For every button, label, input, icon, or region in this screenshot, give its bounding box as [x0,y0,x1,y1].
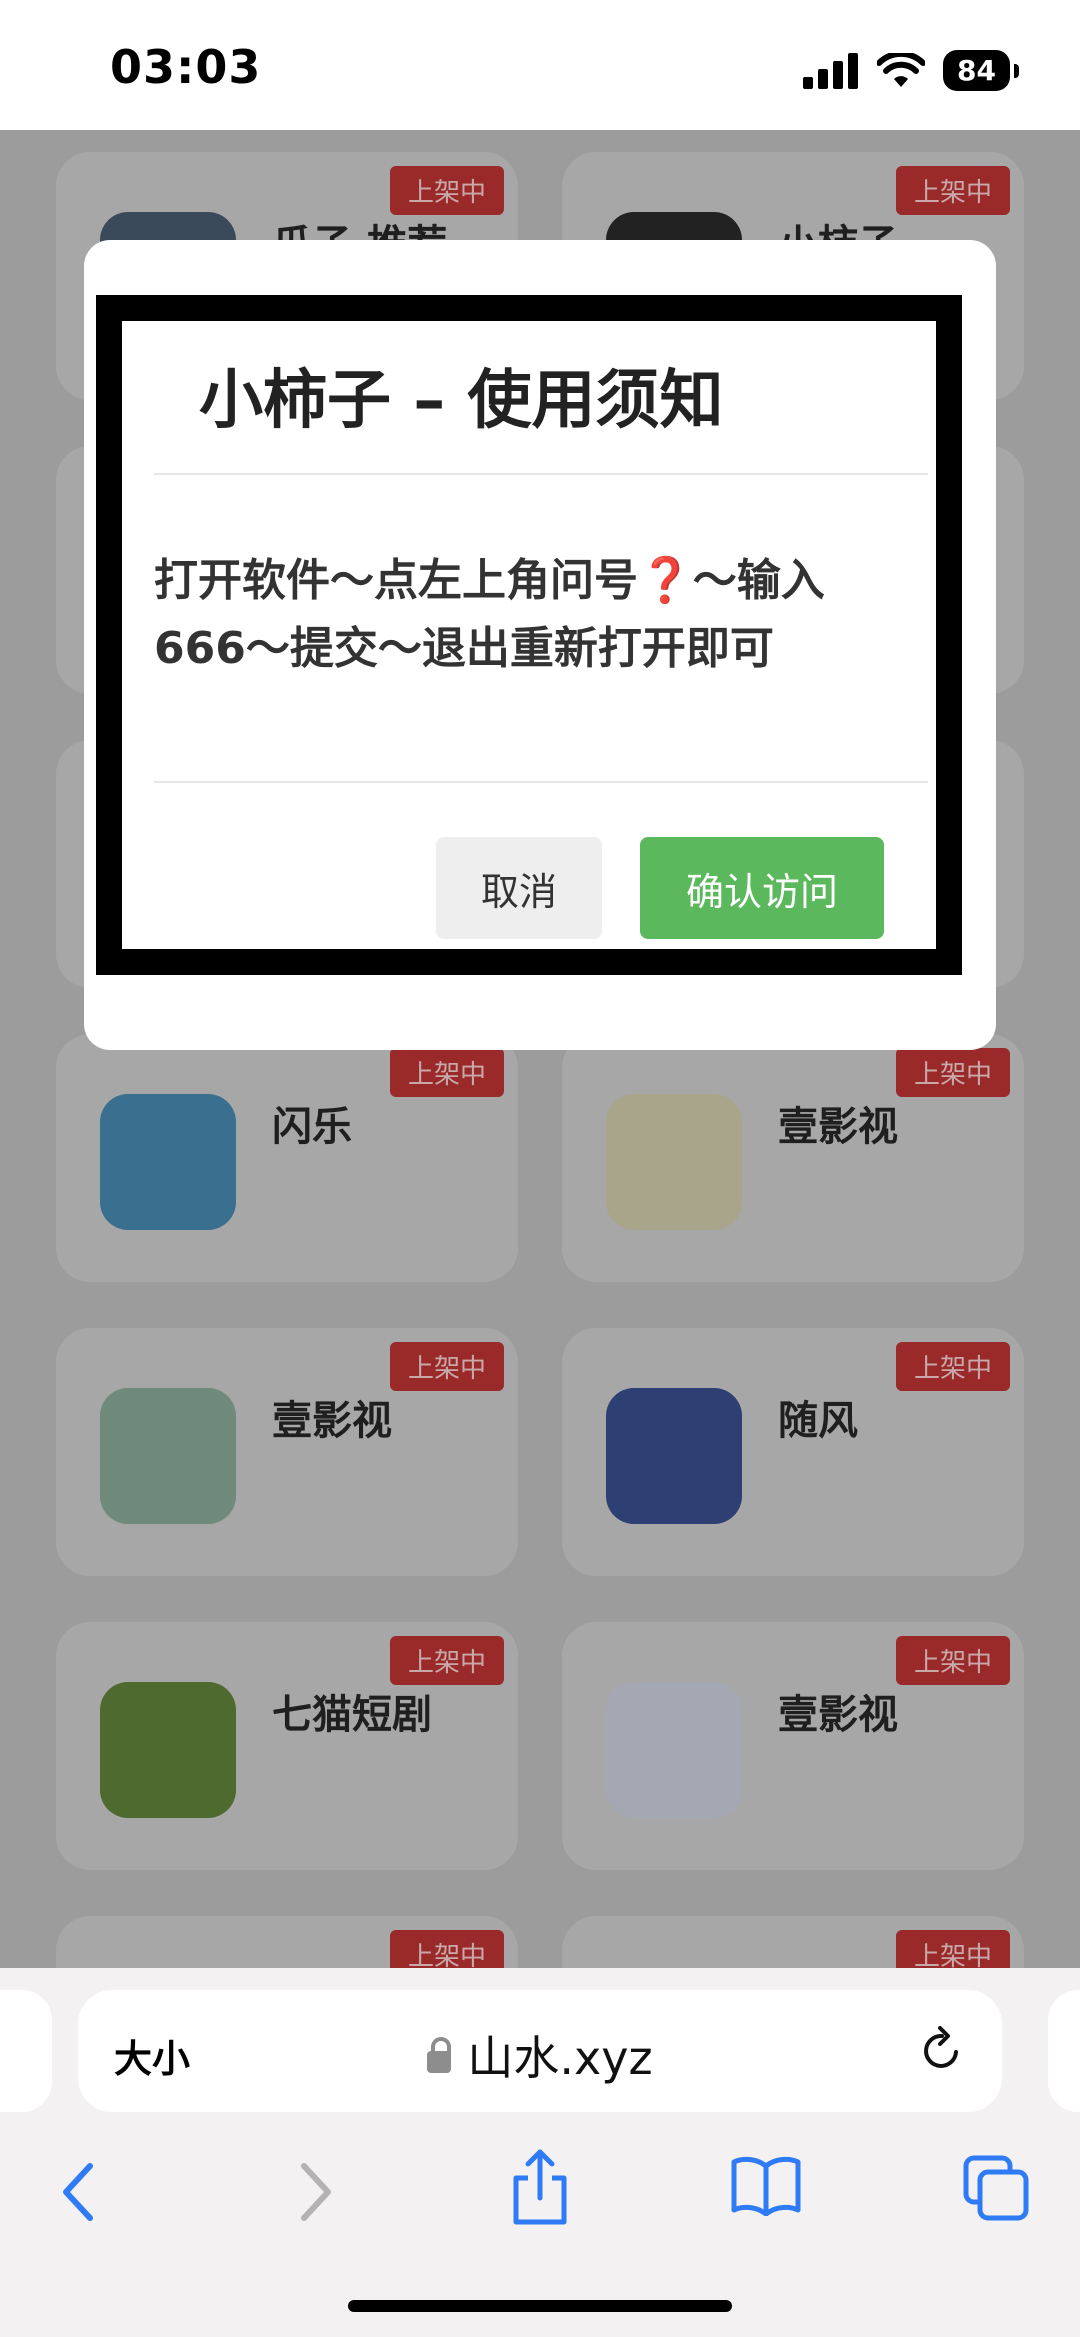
forward-icon[interactable] [292,2160,336,2224]
tabs-icon[interactable] [962,2154,1030,2222]
app-name: 随风 [778,1398,858,1444]
divider [154,781,928,783]
app-card[interactable]: 上架中 壹影视 [562,1622,1024,1870]
browser-bottom-bar: 大小 山水.xyz [0,1968,1080,2337]
app-name: 七猫短剧 [272,1692,432,1738]
app-name: 壹影视 [272,1398,392,1444]
status-badge: 上架中 [895,166,1010,215]
share-icon[interactable] [508,2148,572,2228]
dialog-message: 打开软件～点左上角问号❓～输入 666～提交～退出重新打开即可 [154,547,874,683]
app-card[interactable]: 上架中 壹影视 [56,1328,518,1576]
cellular-signal-icon [803,52,859,89]
app-icon [606,1682,742,1818]
cancel-button[interactable]: 取消 [436,837,602,939]
previous-tab-pill[interactable] [0,1990,52,2112]
status-badge: 上架中 [895,1048,1010,1097]
status-badge: 上架中 [389,1636,504,1685]
back-icon[interactable] [58,2160,102,2224]
status-badge: 上架中 [389,1342,504,1391]
app-icon [100,1682,236,1818]
reload-icon[interactable] [918,2024,966,2076]
app-name: 壹影视 [778,1692,898,1738]
clock: 03:03 [110,40,262,94]
status-badge: 上架中 [389,166,504,215]
dialog-content: 小柿子 – 使用须知 打开软件～点左上角问号❓～输入 666～提交～退出重新打开… [122,321,936,949]
status-badge: 上架中 [389,1048,504,1097]
next-tab-pill[interactable] [1048,1990,1080,2112]
dialog-title: 小柿子 – 使用须知 [199,364,724,438]
app-icon [100,1388,236,1524]
url-text: 山水.xyz [467,2031,653,2085]
status-badge: 上架中 [895,1342,1010,1391]
app-name: 壹影视 [778,1104,898,1150]
app-card[interactable]: 上架中 随风 [562,1328,1024,1576]
divider [154,473,928,475]
confirm-visit-button[interactable]: 确认访问 [640,837,884,939]
notice-dialog: 小柿子 – 使用须知 打开软件～点左上角问号❓～输入 666～提交～退出重新打开… [84,240,996,1050]
address-bar[interactable]: 大小 山水.xyz [78,1990,1002,2112]
app-icon [100,1094,236,1230]
message-line-1-end: ～输入 [692,555,825,606]
app-name: 闪乐 [272,1104,352,1150]
wifi-icon [877,52,926,87]
app-icon [606,1388,742,1524]
battery-level: 84 [957,54,996,87]
message-line-2: 666～提交～退出重新打开即可 [154,623,774,674]
status-bar: 03:03 84 [0,0,1080,130]
status-badge: 上架中 [895,1636,1010,1685]
home-indicator[interactable] [348,2300,732,2312]
app-card[interactable]: 上架中 闪乐 [56,1034,518,1282]
url-display[interactable]: 山水.xyz [78,2022,1002,2088]
app-card[interactable]: 上架中 壹影视 [562,1034,1024,1282]
bookmarks-icon[interactable] [730,2156,802,2216]
dialog-frame: 小柿子 – 使用须知 打开软件～点左上角问号❓～输入 666～提交～退出重新打开… [96,295,962,975]
app-icon [606,1094,742,1230]
question-mark-icon: ❓ [638,555,693,606]
browser-toolbar [0,2148,1080,2258]
status-icons: 84 [803,50,1019,91]
message-line-1: 打开软件～点左上角问号 [154,555,638,606]
app-card[interactable]: 上架中 七猫短剧 [56,1622,518,1870]
battery-indicator: 84 [943,50,1019,91]
lock-icon [427,2036,452,2073]
